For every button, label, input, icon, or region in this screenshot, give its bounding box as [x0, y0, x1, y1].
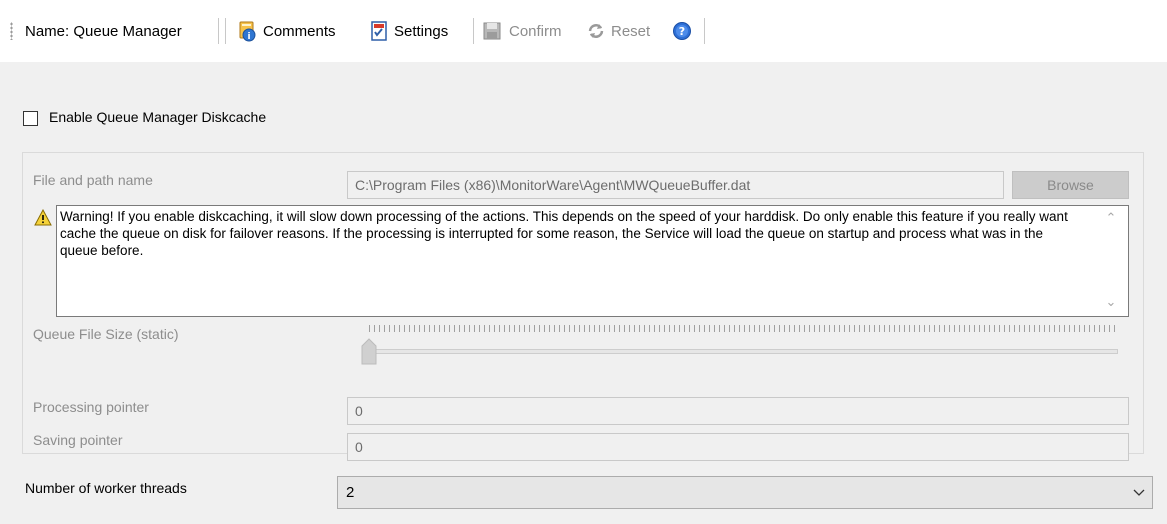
reset-icon [588, 24, 604, 38]
toolbar-separator [473, 18, 474, 44]
comments-button[interactable]: i Comments [235, 16, 359, 46]
svg-text:?: ? [679, 25, 685, 38]
processing-pointer-field[interactable]: 0 [347, 397, 1129, 425]
reset-button[interactable]: Reset [583, 16, 663, 46]
name-label: Name: Queue Manager [25, 23, 182, 40]
warning-textbox[interactable]: Warning! If you enable diskcaching, it w… [56, 205, 1129, 317]
toolbar-separator [704, 18, 705, 44]
reset-label: Reset [611, 23, 651, 40]
enable-diskcache-checkbox[interactable] [23, 111, 38, 126]
toolbar: Name: Queue Manager i Comments Settings … [0, 0, 1167, 62]
worker-threads-label: Number of worker threads [25, 480, 187, 496]
svg-text:i: i [247, 32, 250, 42]
toolbar-separator [225, 18, 226, 44]
queue-size-slider-thumb[interactable] [361, 338, 377, 365]
settings-label: Settings [394, 23, 449, 40]
confirm-label: Confirm [509, 23, 562, 40]
saving-pointer-label: Saving pointer [33, 432, 123, 448]
file-path-label: File and path name [33, 172, 153, 188]
enable-diskcache-label: Enable Queue Manager Diskcache [49, 109, 267, 125]
saving-pointer-field[interactable]: 0 [347, 433, 1129, 461]
chevron-down-icon [1133, 489, 1145, 496]
queue-size-label: Queue File Size (static) [33, 326, 179, 342]
settings-icon [371, 21, 387, 41]
worker-threads-select[interactable]: 2 [337, 476, 1153, 509]
browse-button[interactable]: Browse [1012, 171, 1129, 199]
scroll-up-arrow[interactable]: ⌃ [1104, 211, 1118, 224]
comments-label: Comments [263, 23, 336, 40]
confirm-save-icon [483, 22, 501, 40]
settings-button[interactable]: Settings [366, 16, 462, 46]
confirm-button[interactable]: Confirm [479, 16, 579, 46]
slider-ticks [369, 325, 1117, 332]
file-path-field[interactable]: C:\Program Files (x86)\MonitorWare\Agent… [347, 171, 1004, 199]
scroll-down-arrow[interactable]: ⌄ [1104, 295, 1118, 308]
warning-icon [34, 209, 52, 226]
toolbar-grip[interactable] [10, 22, 13, 40]
worker-threads-value: 2 [346, 484, 355, 501]
help-icon[interactable]: ? [672, 21, 692, 41]
toolbar-separator [218, 18, 219, 44]
queue-size-slider-track[interactable] [364, 349, 1118, 354]
comments-icon: i [239, 21, 256, 42]
processing-pointer-label: Processing pointer [33, 399, 149, 415]
